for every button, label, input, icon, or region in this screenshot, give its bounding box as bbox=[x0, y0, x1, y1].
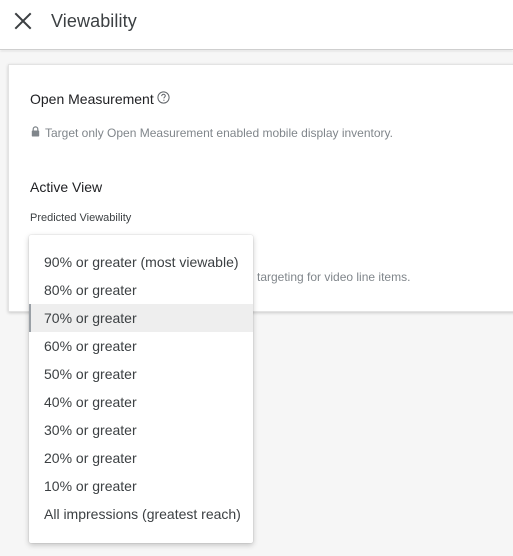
option-60-percent[interactable]: 60% or greater bbox=[29, 332, 253, 360]
predicted-viewability-dropdown-menu: 90% or greater (most viewable) 80% or gr… bbox=[29, 235, 253, 543]
predicted-viewability-label: Predicted Viewability bbox=[30, 212, 132, 224]
option-80-percent[interactable]: 80% or greater bbox=[29, 276, 253, 304]
close-button[interactable] bbox=[12, 10, 34, 32]
option-20-percent[interactable]: 20% or greater bbox=[29, 444, 253, 472]
option-all-impressions[interactable]: All impressions (greatest reach) bbox=[29, 500, 253, 528]
option-10-percent[interactable]: 10% or greater bbox=[29, 472, 253, 500]
video-targeting-note: targeting for video line items. bbox=[257, 270, 411, 284]
dialog-header: Viewability bbox=[0, 0, 513, 50]
open-measurement-note: Target only Open Measurement enabled mob… bbox=[45, 126, 393, 140]
option-70-percent[interactable]: 70% or greater bbox=[29, 304, 253, 332]
lock-icon bbox=[31, 126, 40, 137]
help-icon[interactable] bbox=[157, 91, 170, 104]
page-title: Viewability bbox=[51, 11, 137, 31]
option-50-percent[interactable]: 50% or greater bbox=[29, 360, 253, 388]
open-measurement-label: Open Measurement bbox=[30, 91, 154, 107]
active-view-label: Active View bbox=[30, 179, 103, 195]
option-90-percent[interactable]: 90% or greater (most viewable) bbox=[29, 248, 253, 276]
option-40-percent[interactable]: 40% or greater bbox=[29, 388, 253, 416]
option-30-percent[interactable]: 30% or greater bbox=[29, 416, 253, 444]
close-icon bbox=[14, 12, 32, 30]
